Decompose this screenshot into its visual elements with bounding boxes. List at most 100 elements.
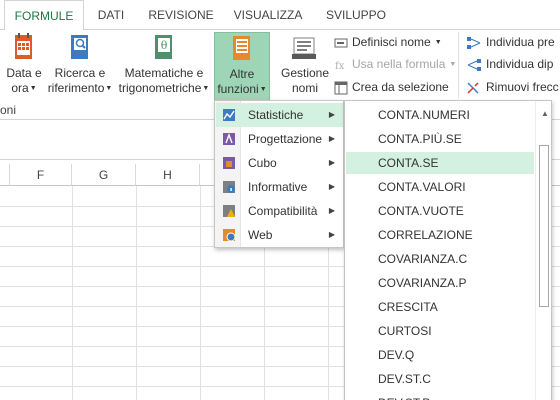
ribbon-tab-bar: FORMULE DATI REVISIONE VISUALIZZA SVILUP… — [0, 0, 560, 31]
lookup-reference-label-1: Ricerca e — [54, 66, 106, 80]
trace-dependents-icon — [467, 58, 481, 71]
menu-item-web[interactable]: Web ▶ — [216, 223, 343, 247]
submenu-arrow-icon: ▶ — [328, 134, 335, 143]
trace-precedents-button[interactable]: Individua pre — [466, 33, 555, 51]
magnifier-book-icon — [71, 35, 88, 59]
lookup-reference-button[interactable]: Ricerca e riferimento▼ — [44, 32, 116, 96]
function-item[interactable]: DEV.Q — [346, 344, 534, 366]
name-manager-label-2: nomi — [291, 81, 318, 95]
column-header-edge — [0, 164, 10, 186]
column-header-h[interactable]: H — [136, 164, 200, 186]
menu-item-statistics[interactable]: Statistiche ▶ — [216, 103, 343, 127]
create-from-selection-icon — [334, 81, 348, 95]
formula-fx-icon: fx — [335, 61, 345, 72]
column-header-f[interactable]: F — [10, 164, 72, 186]
function-item[interactable]: CURTOSI — [346, 320, 534, 342]
compatibility-warning-icon — [223, 205, 235, 217]
dropdown-caret-icon: ▼ — [105, 85, 113, 93]
function-item[interactable]: CORRELAZIONE — [346, 224, 534, 246]
statistics-functions-menu: CONTA.NUMERI CONTA.PIÙ.SE CONTA.SE CONTA… — [344, 100, 552, 400]
dropdown-caret-icon: ▼ — [259, 86, 267, 94]
create-from-selection-button[interactable]: Crea da selezione — [334, 78, 449, 96]
name-manager-label-1: Gestione — [280, 66, 330, 80]
tag-icon — [334, 38, 348, 48]
trace-dependents-label: Individua dip — [486, 57, 554, 71]
function-item-highlighted[interactable]: CONTA.SE — [346, 152, 534, 174]
column-header-g[interactable]: G — [72, 164, 136, 186]
menu-item-label: Progettazione — [248, 132, 323, 146]
scrollbar-thumb[interactable] — [539, 145, 549, 307]
remove-arrows-button[interactable]: Rimuovi frecc — [466, 78, 559, 96]
scroll-up-arrow-icon[interactable]: ▲ — [541, 109, 549, 118]
trace-dependents-button[interactable]: Individua dip — [466, 55, 553, 73]
trace-precedents-label: Individua pre — [486, 35, 555, 49]
tab-sviluppo[interactable]: SVILUPPO — [316, 0, 396, 30]
grid-line — [136, 186, 137, 400]
function-item[interactable]: CONTA.VALORI — [346, 176, 534, 198]
submenu-arrow-icon: ▶ — [328, 182, 335, 191]
date-time-label-2: ora — [11, 81, 29, 95]
function-item[interactable]: CONTA.NUMERI — [346, 104, 534, 126]
math-trig-label-2: trigonometriche — [118, 81, 202, 95]
function-item[interactable]: DEV.ST.P — [346, 392, 534, 400]
ribbon: Data e ora▼ Ricerca e riferimento▼ θ Mat… — [0, 30, 560, 102]
menu-item-label: Compatibilità — [248, 204, 318, 218]
menu-item-cube[interactable]: Cubo ▶ — [216, 151, 343, 175]
grid-line — [72, 186, 73, 400]
more-functions-label-2: funzioni — [217, 82, 259, 96]
submenu-arrow-icon: ▶ — [328, 158, 335, 167]
function-item[interactable]: CRESCITA — [346, 296, 534, 318]
statistics-icon — [223, 109, 235, 121]
define-name-label: Definisci nome — [352, 35, 431, 49]
svg-text:fx: fx — [335, 61, 345, 72]
trace-precedents-icon — [467, 36, 481, 49]
date-time-button[interactable]: Data e ora▼ — [2, 32, 46, 96]
menu-item-label: Web — [248, 228, 273, 242]
menu-item-compatibility[interactable]: Compatibilità ▶ — [216, 199, 343, 223]
calendar-icon — [15, 33, 32, 59]
more-functions-label-1: Altre — [229, 67, 255, 81]
web-icon — [223, 229, 236, 242]
ribbon-group-label: oni — [0, 103, 17, 117]
more-functions-book-icon — [233, 36, 250, 60]
tab-revisione[interactable]: REVISIONE — [140, 0, 222, 30]
cube-icon — [223, 157, 235, 169]
submenu-scrollbar[interactable]: ▲ — [535, 101, 551, 400]
remove-arrows-icon — [467, 82, 479, 94]
math-trig-button[interactable]: θ Matematiche e trigonometriche▼ — [116, 32, 212, 96]
use-in-formula-label: Usa nella formula — [352, 57, 446, 71]
function-item[interactable]: COVARIANZA.C — [346, 248, 534, 270]
use-in-formula-button: fx Usa nella formula ▼ — [334, 55, 456, 73]
dropdown-caret-icon: ▼ — [29, 85, 37, 93]
menu-item-information[interactable]: Informative ▶ — [216, 175, 343, 199]
date-time-label-1: Data e — [6, 66, 42, 80]
theta-book-icon: θ — [155, 35, 172, 59]
math-trig-label-1: Matematiche e — [124, 66, 204, 80]
more-functions-button[interactable]: Altre funzioni▼ — [214, 32, 270, 102]
menu-item-label: Informative — [248, 180, 308, 194]
engineering-icon — [223, 133, 235, 145]
remove-arrows-label: Rimuovi frecc — [486, 80, 559, 94]
submenu-arrow-icon: ▶ — [328, 230, 335, 239]
create-from-selection-label: Crea da selezione — [352, 80, 449, 94]
lookup-reference-label-2: riferimento — [47, 81, 105, 95]
dropdown-caret-icon: ▼ — [202, 85, 210, 93]
menu-item-label: Cubo — [248, 156, 277, 170]
information-icon — [223, 181, 235, 193]
menu-item-engineering[interactable]: Progettazione ▶ — [216, 127, 343, 151]
submenu-arrow-icon: ▶ — [328, 110, 335, 119]
tab-formule[interactable]: FORMULE — [4, 0, 84, 31]
dropdown-caret-icon: ▼ — [434, 38, 442, 46]
function-item[interactable]: DEV.ST.C — [346, 368, 534, 390]
function-item[interactable]: CONTA.PIÙ.SE — [346, 128, 534, 150]
function-item[interactable]: COVARIANZA.P — [346, 272, 534, 294]
name-manager-button[interactable]: Gestione nomi — [278, 32, 332, 96]
more-functions-menu: Statistiche ▶ Progettazione ▶ Cubo ▶ Inf… — [214, 100, 344, 248]
submenu-arrow-icon: ▶ — [328, 206, 335, 215]
define-name-button[interactable]: Definisci nome ▼ — [334, 33, 442, 51]
tab-visualizza[interactable]: VISUALIZZA — [226, 0, 310, 30]
grid-line — [200, 186, 201, 400]
tab-dati[interactable]: DATI — [86, 0, 136, 30]
menu-item-label: Statistiche — [248, 108, 304, 122]
function-item[interactable]: CONTA.VUOTE — [346, 200, 534, 222]
